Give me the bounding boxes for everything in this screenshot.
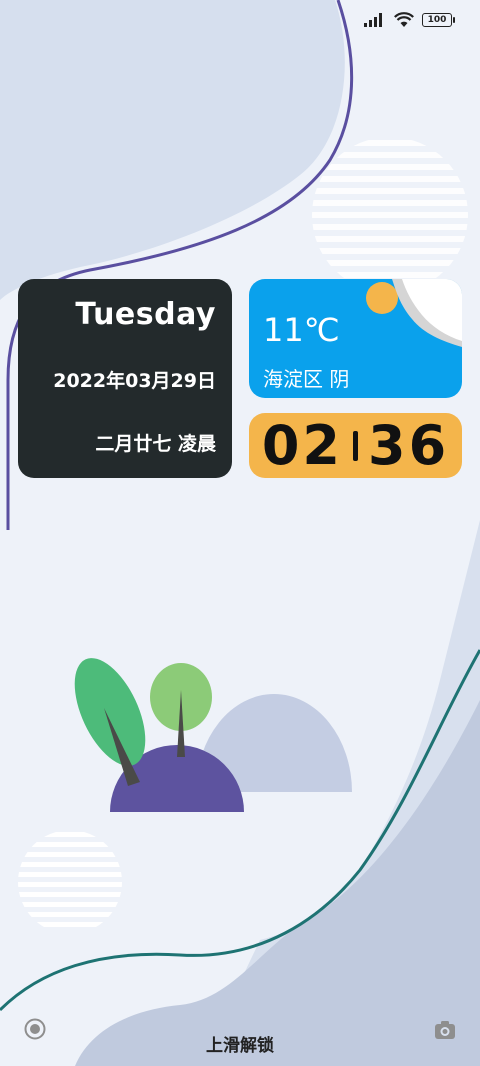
weekday-label: Tuesday [75, 297, 216, 332]
cloudy-sun-icon [366, 279, 462, 347]
striped-circle-top [312, 137, 468, 293]
clock-hours: 02 [261, 414, 343, 477]
clock-separator [353, 430, 358, 461]
clock-minutes: 36 [368, 414, 450, 477]
camera-icon[interactable] [434, 1020, 456, 1040]
wifi-icon [394, 12, 414, 27]
striped-circle-bottom [18, 830, 122, 934]
clock-widget[interactable]: 02 36 [249, 413, 462, 478]
wallpaper [0, 0, 480, 1066]
battery-level: 100 [427, 15, 447, 25]
temperature-label: 11℃ [263, 311, 340, 349]
wallpaper-top-shape [0, 0, 345, 300]
signal-icon [364, 13, 382, 27]
unlock-hint[interactable]: 上滑解锁 [0, 1031, 480, 1056]
weather-widget[interactable]: 11℃ 海淀区 阴 [249, 279, 462, 398]
battery-indicator: 100 [422, 13, 455, 27]
location-condition-label: 海淀区 阴 [263, 367, 350, 391]
tree-right [150, 663, 212, 757]
status-bar: 100 [364, 12, 455, 28]
date-label: 2022年03月29日 [53, 370, 216, 392]
date-widget[interactable]: Tuesday 2022年03月29日 二月廿七 凌晨 [18, 279, 232, 478]
lunar-date-label: 二月廿七 凌晨 [95, 433, 216, 455]
